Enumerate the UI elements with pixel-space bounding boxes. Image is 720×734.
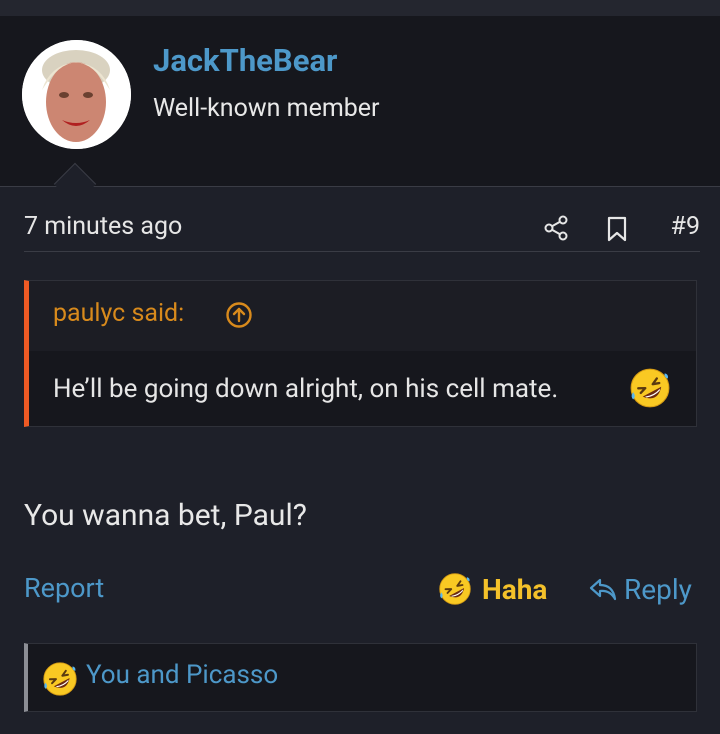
quote-text: He’ll be going down alright, on his cell…: [53, 374, 559, 404]
avatar[interactable]: [22, 40, 131, 149]
report-link[interactable]: Report: [24, 572, 104, 604]
quote-header: paulyc said:: [29, 281, 696, 351]
haha-label: Haha: [482, 572, 548, 606]
post-actions: Report Haha Reply: [24, 570, 696, 610]
reactions-summary: You and Picasso: [24, 643, 697, 712]
reactions-list-link[interactable]: You and Picasso: [86, 660, 278, 690]
bookmark-icon[interactable]: [604, 215, 630, 243]
rolling-laughing-emoji-icon: [42, 661, 78, 697]
quote-author[interactable]: paulyc said:: [53, 299, 184, 328]
username[interactable]: JackTheBear: [153, 42, 337, 79]
post-user-header: JackTheBear Well-known member: [0, 16, 720, 187]
arrow-up-circle-icon[interactable]: [225, 301, 253, 329]
post-body: You wanna bet, Paul?: [24, 498, 307, 533]
user-title: Well-known member: [153, 94, 380, 123]
post-time[interactable]: 7 minutes ago: [24, 212, 182, 241]
share-icon[interactable]: [542, 214, 570, 242]
post-number[interactable]: #9: [671, 212, 700, 241]
haha-reaction-button[interactable]: Haha: [438, 570, 547, 608]
post-meta: 7 minutes ago #9: [24, 212, 700, 252]
quote-block: paulyc said: He’ll be going down alright…: [24, 280, 697, 427]
reply-label: Reply: [624, 572, 692, 606]
rolling-laughing-emoji-icon: [438, 572, 472, 606]
top-strip: [0, 0, 720, 16]
reply-button[interactable]: Reply: [588, 570, 692, 608]
reply-arrow-icon: [588, 574, 618, 604]
rolling-laughing-emoji-icon: [629, 367, 671, 409]
